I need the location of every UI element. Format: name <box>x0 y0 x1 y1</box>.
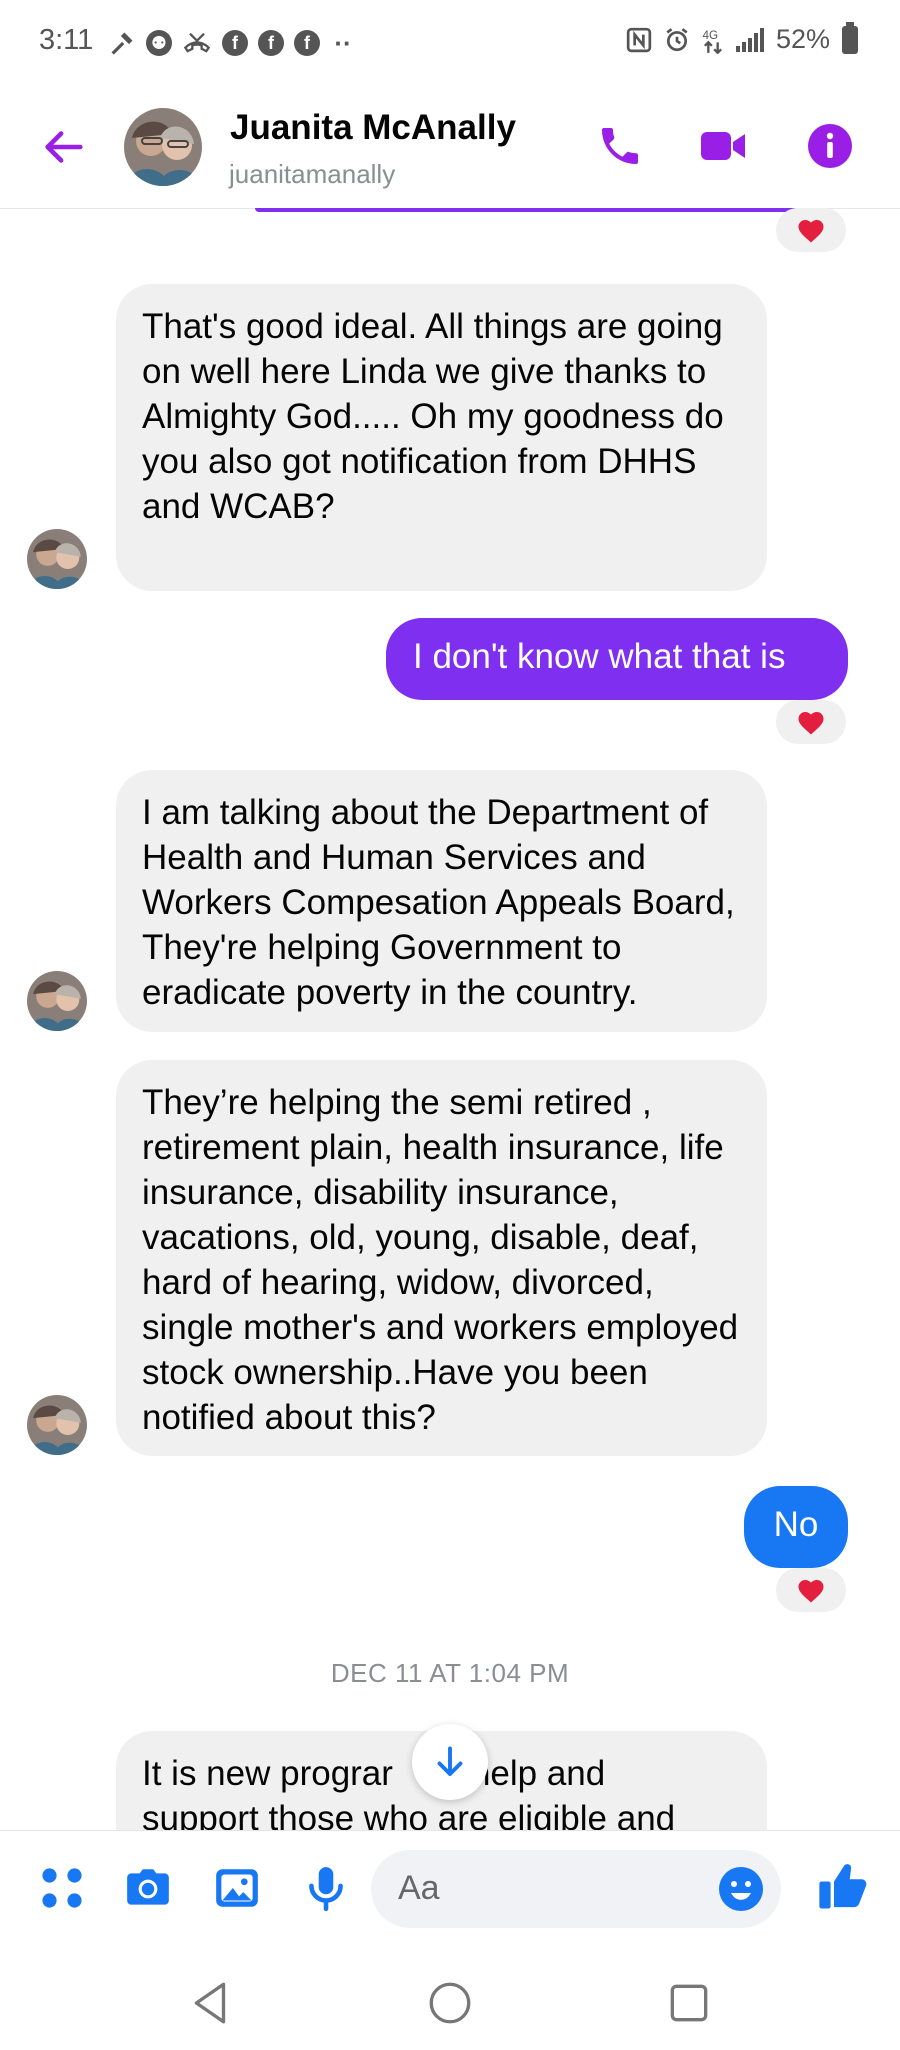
message-text-right: help and <box>470 1754 606 1793</box>
emoji-icon[interactable] <box>717 1865 765 1913</box>
contact-avatar[interactable] <box>124 108 202 186</box>
message-input-placeholder: Aa <box>398 1869 440 1907</box>
nfc-icon <box>626 27 652 52</box>
game-icon: ⚉ <box>146 30 172 56</box>
system-status-icons: 4G 52% <box>626 21 858 55</box>
nav-back-icon[interactable] <box>186 1978 236 2028</box>
facebook-icon: f <box>222 30 248 56</box>
heart-icon <box>798 220 824 243</box>
sender-avatar[interactable] <box>27 1395 87 1455</box>
battery-percent: 52% <box>775 24 830 54</box>
more-notifications-icon: ·· <box>334 27 352 58</box>
status-bar: 3:11 ⚉ f f f ·· 4G 52% <box>0 0 900 86</box>
contact-username: juanitamanally <box>229 159 396 189</box>
heart-reaction[interactable] <box>776 1568 846 1612</box>
data-icon: 4G <box>702 28 722 54</box>
incoming-message[interactable]: That's good ideal. All things are going … <box>116 284 767 591</box>
facebook-icon: f <box>258 30 284 56</box>
outgoing-message[interactable]: I don't know what that is <box>386 618 848 700</box>
tools-icon <box>111 32 133 55</box>
message-text-left: It is new prograr <box>142 1754 393 1793</box>
previous-message-edge <box>255 208 795 212</box>
timestamp-divider: DEC 11 AT 1:04 PM <box>330 1658 570 1688</box>
outgoing-message[interactable]: No <box>744 1486 848 1568</box>
message-input[interactable]: Aa <box>371 1850 781 1928</box>
battery-icon <box>842 21 858 54</box>
sender-avatar[interactable] <box>27 971 87 1031</box>
camera-icon[interactable] <box>123 1863 173 1913</box>
heart-icon <box>798 712 824 735</box>
svg-text:4G: 4G <box>702 28 718 41</box>
info-icon[interactable] <box>806 122 854 170</box>
incoming-message[interactable]: They’re helping the semi retired , retir… <box>116 1060 767 1456</box>
missed-call-icon <box>183 32 211 53</box>
conversation-header: Juanita McAnally juanitamanally <box>0 86 900 209</box>
heart-icon <box>798 1580 824 1603</box>
arrow-down-icon <box>437 1746 463 1776</box>
facebook-icon: f <box>294 30 320 56</box>
system-navigation-bar <box>0 1955 900 2050</box>
phone-icon[interactable] <box>596 122 644 170</box>
message-line: support those who are eligible and <box>142 1799 676 1830</box>
status-time: 3:11 <box>39 24 94 56</box>
message-composer: Aa <box>0 1830 900 1956</box>
contact-name[interactable]: Juanita McAnally <box>230 108 516 148</box>
scroll-to-bottom-button[interactable] <box>412 1724 488 1800</box>
video-call-icon[interactable] <box>699 122 747 170</box>
nav-recents-icon[interactable] <box>664 1978 714 2028</box>
incoming-message[interactable]: I am talking about the Department of Hea… <box>116 770 767 1032</box>
heart-reaction[interactable] <box>776 208 846 252</box>
microphone-icon[interactable] <box>301 1863 351 1913</box>
gallery-icon[interactable] <box>212 1863 262 1913</box>
sender-avatar[interactable] <box>27 529 87 589</box>
message-list[interactable]: That's good ideal. All things are going … <box>0 208 900 1830</box>
apps-menu-icon[interactable] <box>37 1863 87 1913</box>
alarm-icon <box>666 27 688 51</box>
back-arrow-icon[interactable] <box>40 124 86 170</box>
heart-reaction[interactable] <box>776 700 846 744</box>
nav-home-icon[interactable] <box>425 1978 475 2028</box>
signal-icon <box>735 27 764 52</box>
thumbs-up-icon[interactable] <box>816 1859 870 1913</box>
notification-icons: ⚉ f f f ·· <box>108 26 356 60</box>
